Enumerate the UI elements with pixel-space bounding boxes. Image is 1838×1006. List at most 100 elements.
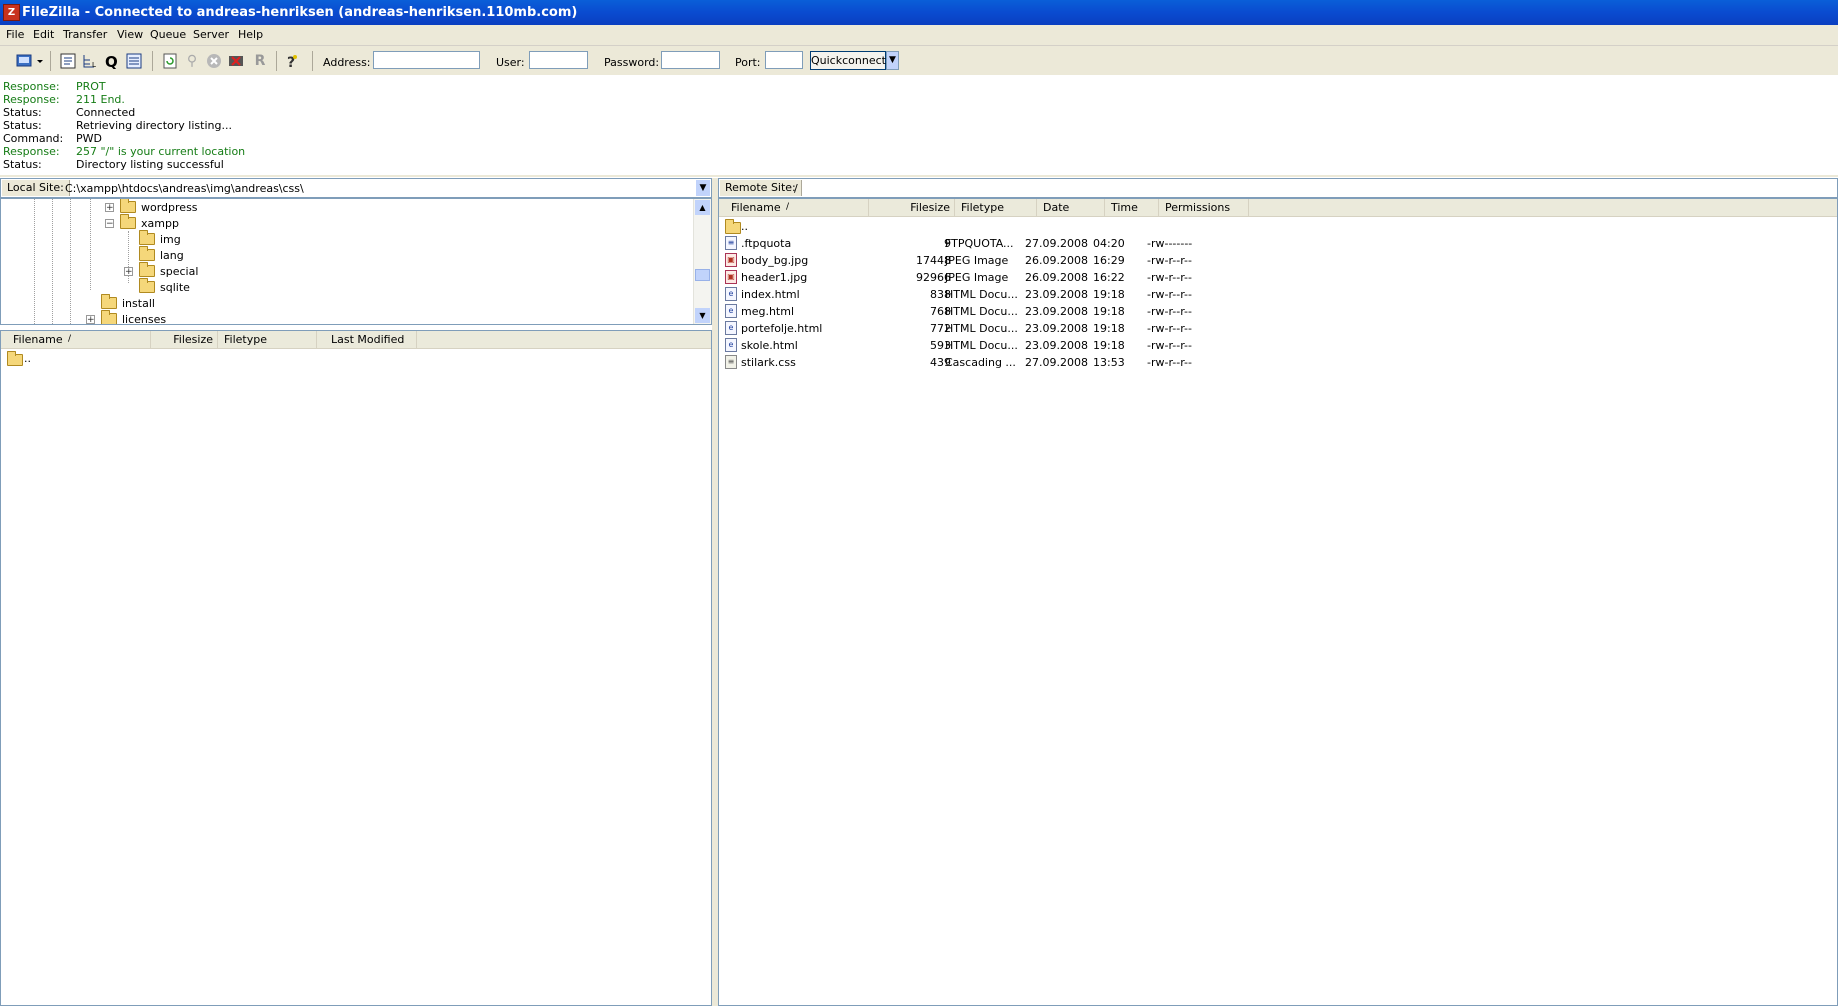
address-input[interactable] — [373, 51, 480, 69]
image-file-icon: ▣ — [725, 253, 737, 267]
password-label: Password: — [604, 56, 660, 69]
table-row[interactable]: ▣ body_bg.jpg 17448 JPEG Image 26.09.200… — [719, 252, 1819, 269]
site-manager-icon[interactable] — [14, 51, 46, 71]
window-title: FileZilla - Connected to andreas-henriks… — [22, 5, 578, 20]
refresh-icon[interactable] — [160, 51, 180, 71]
tree-item-lang[interactable]: lang — [139, 246, 184, 263]
local-site-bar: Local Site: C:\xampp\htdocs\andreas\img\… — [0, 178, 712, 198]
user-label: User: — [496, 56, 525, 69]
toggle-local-tree-icon[interactable]: L — [80, 51, 100, 71]
user-input[interactable] — [529, 51, 588, 69]
column-filetype[interactable]: Filetype — [218, 331, 317, 348]
folder-icon — [139, 246, 155, 261]
column-filesize[interactable]: Filesize — [869, 199, 955, 216]
tree-item-install[interactable]: install — [101, 294, 155, 311]
file-icon: ≡ — [725, 236, 737, 250]
message-log[interactable]: Response: PROT Response: 211 End. Status: C… — [0, 75, 1838, 177]
quickconnect-dropdown-icon[interactable]: ▼ — [886, 51, 899, 70]
folder-icon — [139, 262, 155, 277]
css-file-icon: ≡ — [725, 355, 737, 369]
folder-icon — [139, 278, 155, 293]
table-row[interactable]: e meg.html 768 HTML Docu... 23.09.2008 1… — [719, 303, 1819, 320]
reconnect-icon[interactable]: R — [250, 51, 270, 71]
toggle-log-icon[interactable] — [58, 51, 78, 71]
address-label: Address: — [323, 56, 371, 69]
menu-edit[interactable]: Edit — [33, 28, 54, 41]
cancel-icon[interactable] — [204, 51, 224, 71]
scroll-up-icon[interactable]: ▲ — [695, 200, 710, 215]
expand-icon[interactable]: + — [86, 315, 95, 324]
disconnect-icon[interactable] — [226, 51, 246, 71]
column-permissions[interactable]: Permissions — [1159, 199, 1249, 216]
toolbar: L Q ⚲ R ? Address: User: Password: Port:… — [0, 46, 1838, 76]
table-row[interactable]: ≡ stilark.css 439 Cascading ... 27.09.20… — [719, 354, 1819, 371]
column-filesize[interactable]: Filesize — [151, 331, 218, 348]
menu-view[interactable]: View — [117, 28, 143, 41]
menu-help[interactable]: Help — [238, 28, 263, 41]
menu-queue[interactable]: Queue — [150, 28, 186, 41]
scroll-thumb[interactable] — [695, 269, 710, 281]
expand-icon[interactable]: + — [105, 203, 114, 213]
table-row[interactable]: ▣ header1.jpg 92966 JPEG Image 26.09.200… — [719, 269, 1819, 286]
local-path-dropdown-icon[interactable]: ▼ — [696, 180, 710, 196]
remote-path-input[interactable]: / — [794, 182, 798, 195]
local-list-header: Filename / Filesize Filetype Last Modifie… — [1, 331, 711, 349]
collapse-icon[interactable]: − — [105, 219, 114, 229]
html-file-icon: e — [725, 287, 737, 301]
expand-icon[interactable]: + — [124, 267, 133, 277]
quickconnect-button[interactable]: Quickconnect — [810, 51, 886, 70]
table-row[interactable]: ≡ .ftpquota 9 FTPQUOTA... 27.09.2008 04:… — [719, 235, 1819, 252]
port-label: Port: — [735, 56, 761, 69]
scroll-down-icon[interactable]: ▼ — [695, 308, 710, 323]
list-item[interactable]: .. — [1, 350, 701, 367]
folder-icon — [7, 351, 23, 366]
remote-file-list[interactable]: Filename / Filesize Filetype Date Time Pe… — [718, 198, 1838, 1006]
toggle-remote-tree-icon[interactable] — [124, 51, 144, 71]
html-file-icon: e — [725, 338, 737, 352]
column-filetype[interactable]: Filetype — [955, 199, 1037, 216]
tree-item-licenses[interactable]: licenses — [101, 310, 166, 324]
table-row[interactable]: e skole.html 593 HTML Docu... 23.09.2008… — [719, 337, 1819, 354]
local-file-list[interactable]: Filename / Filesize Filetype Last Modifie… — [0, 330, 712, 1006]
table-row[interactable]: e index.html 838 HTML Docu... 23.09.2008… — [719, 286, 1819, 303]
menu-file[interactable]: File — [6, 28, 24, 41]
menu-bar: File Edit Transfer View Queue Server Hel… — [0, 25, 1838, 46]
column-last-modified[interactable]: Last Modified — [317, 331, 417, 348]
tree-item-img[interactable]: img — [139, 230, 181, 247]
help-icon[interactable]: ? — [282, 51, 302, 71]
toggle-queue-icon[interactable]: Q — [102, 51, 122, 71]
tree-item-xampp[interactable]: xampp — [120, 214, 179, 231]
column-date[interactable]: Date — [1037, 199, 1105, 216]
menu-transfer[interactable]: Transfer — [63, 28, 107, 41]
list-item[interactable]: .. — [719, 218, 1819, 235]
local-site-label: Local Site: — [2, 180, 70, 196]
remote-site-bar: Remote Site: / — [718, 178, 1838, 198]
svg-text:L: L — [92, 61, 96, 69]
html-file-icon: e — [725, 321, 737, 335]
remote-list-header: Filename / Filesize Filetype Date Time Pe… — [719, 199, 1837, 217]
local-directory-tree[interactable]: + wordpress − xampp img lang + special s… — [0, 198, 712, 325]
tree-item-wordpress[interactable]: wordpress — [120, 199, 198, 215]
tree-scrollbar[interactable]: ▲ ▼ — [693, 199, 711, 324]
folder-icon — [120, 214, 136, 229]
password-input[interactable] — [661, 51, 720, 69]
tree-item-sqlite[interactable]: sqlite — [139, 278, 190, 295]
folder-icon — [101, 294, 117, 309]
process-queue-icon[interactable]: ⚲ — [182, 51, 202, 71]
remote-site-label: Remote Site: — [720, 180, 802, 196]
folder-icon — [725, 219, 741, 234]
filezilla-logo-icon: Z — [3, 4, 20, 21]
folder-icon — [101, 310, 117, 324]
title-bar: Z FileZilla - Connected to andreas-henri… — [0, 0, 1838, 25]
tree-item-special[interactable]: special — [139, 262, 198, 279]
column-filename[interactable]: Filename / — [1, 331, 151, 348]
column-filename[interactable]: Filename / — [719, 199, 869, 216]
svg-text:Q: Q — [105, 53, 118, 70]
column-time[interactable]: Time — [1105, 199, 1159, 216]
port-input[interactable] — [765, 51, 803, 69]
folder-icon — [139, 230, 155, 245]
local-path-input[interactable]: C:\xampp\htdocs\andreas\img\andreas\css\ — [65, 182, 304, 195]
html-file-icon: e — [725, 304, 737, 318]
menu-server[interactable]: Server — [193, 28, 229, 41]
table-row[interactable]: e portefolje.html 772 HTML Docu... 23.09… — [719, 320, 1819, 337]
